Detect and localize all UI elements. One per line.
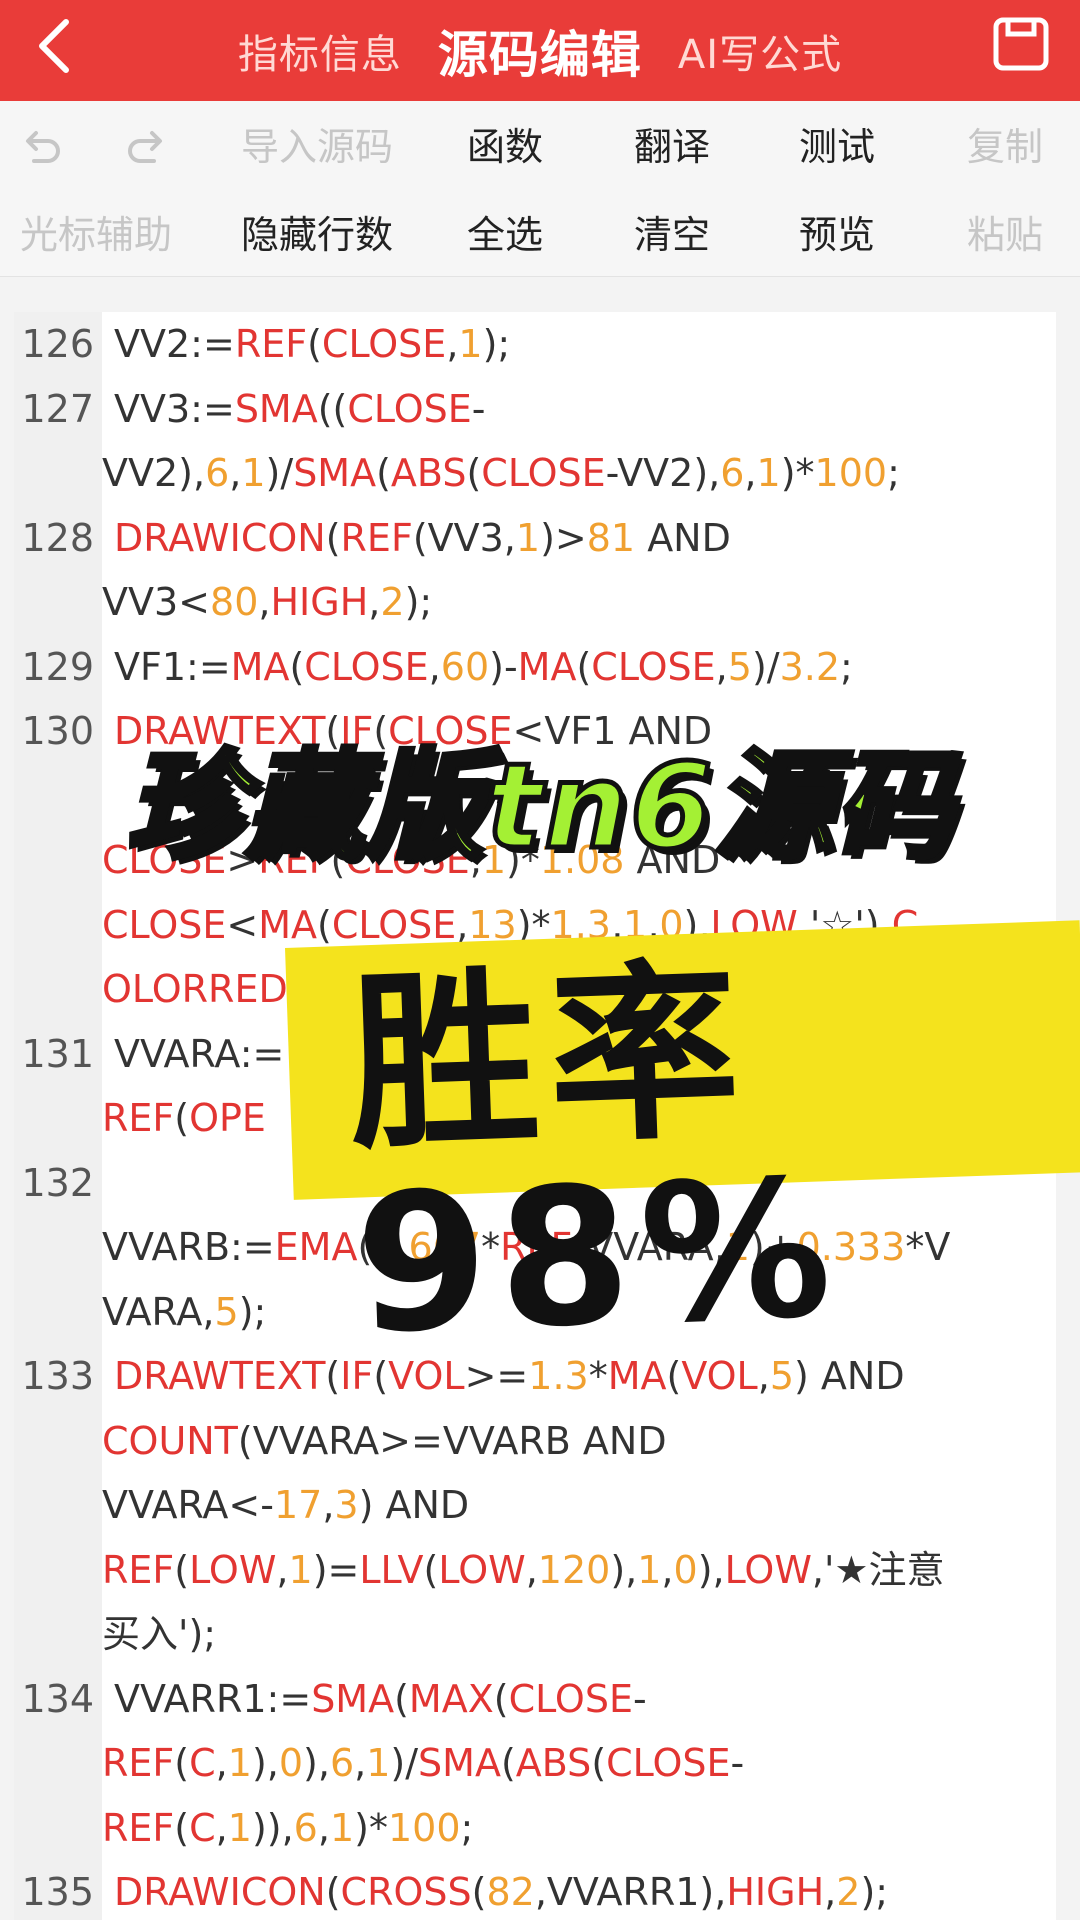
- code-line[interactable]: COUNT(VVARA>=VVARB AND: [14, 1409, 1056, 1474]
- copy-button[interactable]: 复制: [940, 103, 1070, 191]
- code-line[interactable]: VVARA<-17,3) AND: [14, 1473, 1056, 1538]
- code-line[interactable]: 128 DRAWICON(REF(VV3,1)>81 AND: [14, 506, 1056, 571]
- code-text[interactable]: REF(C,1),0),6,1)/SMA(ABS(CLOSE-: [102, 1731, 1002, 1796]
- top-bar: 指标信息 源码编辑 AI写公式: [0, 0, 1080, 101]
- code-text[interactable]: REF(C,1)),6,1)*100;: [102, 1796, 1002, 1861]
- line-number: 134: [21, 1676, 94, 1721]
- code-text[interactable]: 买入');: [102, 1602, 1002, 1667]
- select-all-button[interactable]: 全选: [440, 191, 570, 279]
- code-text[interactable]: VV2:=REF(CLOSE,1);: [114, 312, 1014, 377]
- code-line[interactable]: 126 VV2:=REF(CLOSE,1);: [14, 312, 1056, 377]
- cursor-assist-button[interactable]: 光标辅助: [6, 191, 186, 279]
- tab-indicator-info[interactable]: 指标信息: [238, 22, 402, 80]
- code-line[interactable]: REF(C,1)),6,1)*100;: [14, 1796, 1056, 1861]
- line-number: 131: [21, 1031, 94, 1076]
- code-line[interactable]: REF(LOW,1)=LLV(LOW,120),1,0),LOW,'★注意: [14, 1538, 1056, 1603]
- toolbar-row-1: 导入源码 函数 翻译 测试 复制: [0, 103, 1080, 191]
- promo-title: 珍藏版tn6源码: [123, 734, 955, 877]
- tab-bar: 指标信息 源码编辑 AI写公式: [0, 0, 1080, 101]
- code-line[interactable]: 135 DRAWICON(CROSS(82,VVARR1),HIGH,2);: [14, 1860, 1056, 1920]
- paste-button[interactable]: 粘贴: [940, 191, 1070, 279]
- win-rate-text: 胜率98%: [345, 940, 845, 1376]
- promo-title-banner: 珍藏版tn6源码: [60, 720, 1020, 877]
- line-number: 132: [21, 1160, 94, 1205]
- code-line[interactable]: 127 VV3:=SMA((CLOSE-: [14, 377, 1056, 442]
- clear-button[interactable]: 清空: [607, 191, 737, 279]
- line-number: 127: [21, 386, 94, 431]
- code-line[interactable]: VV2),6,1)/SMA(ABS(CLOSE-VV2),6,1)*100;: [14, 441, 1056, 506]
- code-text[interactable]: VVARR1:=SMA(MAX(CLOSE-: [114, 1667, 1014, 1732]
- translate-button[interactable]: 翻译: [607, 103, 737, 191]
- redo-icon[interactable]: [124, 123, 172, 171]
- test-button[interactable]: 测试: [772, 103, 902, 191]
- line-number: 133: [21, 1354, 94, 1398]
- code-text[interactable]: VV3:=SMA((CLOSE-: [114, 377, 1014, 442]
- code-text[interactable]: DRAWICON(CROSS(82,VVARR1),HIGH,2);: [114, 1860, 1014, 1920]
- win-rate-banner: 胜率98%: [285, 920, 1080, 1376]
- code-text[interactable]: VV3<80,HIGH,2);: [102, 570, 1002, 635]
- editor-toolbar: 导入源码 函数 翻译 测试 复制 光标辅助 隐藏行数 全选 清空 预览 粘贴: [0, 101, 1080, 277]
- preview-button[interactable]: 预览: [772, 191, 902, 279]
- code-text[interactable]: VF1:=MA(CLOSE,60)-MA(CLOSE,5)/3.2;: [114, 635, 1014, 700]
- line-number: 128: [21, 515, 94, 560]
- line-number: 135: [21, 1870, 94, 1914]
- code-line[interactable]: REF(C,1),0),6,1)/SMA(ABS(CLOSE-: [14, 1731, 1056, 1796]
- hide-line-numbers-button[interactable]: 隐藏行数: [222, 191, 412, 279]
- code-text[interactable]: VV2),6,1)/SMA(ABS(CLOSE-VV2),6,1)*100;: [102, 441, 1002, 506]
- toolbar-row-2: 光标辅助 隐藏行数 全选 清空 预览 粘贴: [0, 191, 1080, 279]
- code-line[interactable]: 134 VVARR1:=SMA(MAX(CLOSE-: [14, 1667, 1056, 1732]
- save-icon[interactable]: [992, 16, 1050, 72]
- functions-button[interactable]: 函数: [440, 103, 570, 191]
- line-number: 129: [21, 644, 94, 689]
- code-line[interactable]: VV3<80,HIGH,2);: [14, 570, 1056, 635]
- tab-source-edit[interactable]: 源码编辑: [438, 15, 642, 87]
- line-number: 126: [21, 322, 94, 366]
- tab-ai-formula[interactable]: AI写公式: [678, 22, 842, 80]
- code-line[interactable]: 129 VF1:=MA(CLOSE,60)-MA(CLOSE,5)/3.2;: [14, 635, 1056, 700]
- undo-icon[interactable]: [16, 123, 64, 171]
- code-text[interactable]: DRAWICON(REF(VV3,1)>81 AND: [114, 506, 1014, 571]
- code-text[interactable]: VVARA<-17,3) AND: [102, 1473, 1002, 1538]
- code-text[interactable]: REF(LOW,1)=LLV(LOW,120),1,0),LOW,'★注意: [102, 1538, 1002, 1603]
- import-source-button[interactable]: 导入源码: [222, 103, 412, 191]
- code-text[interactable]: COUNT(VVARA>=VVARB AND: [102, 1409, 1002, 1474]
- code-line[interactable]: 买入');: [14, 1602, 1056, 1667]
